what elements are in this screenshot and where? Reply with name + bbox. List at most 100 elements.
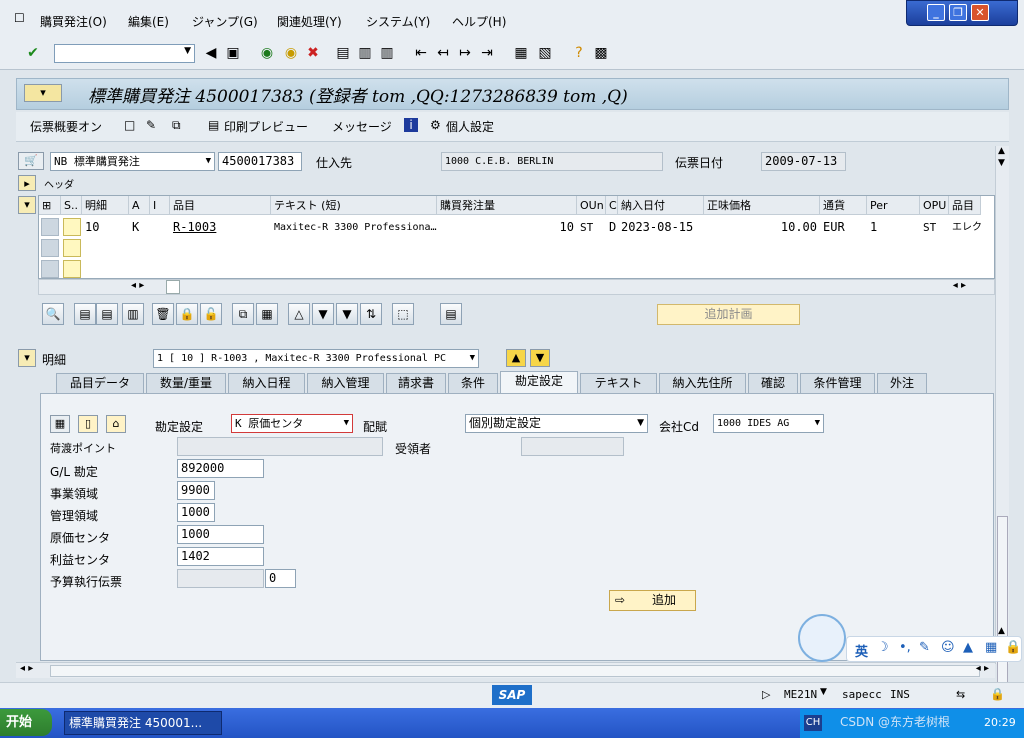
unloading-field[interactable] bbox=[177, 437, 383, 456]
row-status-cell[interactable] bbox=[63, 260, 81, 278]
menu-system[interactable]: システム(Y) bbox=[366, 13, 430, 30]
last-page-icon[interactable]: ⇥ bbox=[478, 44, 496, 62]
tab-text[interactable]: テキスト bbox=[580, 373, 657, 393]
status-toggle-icon[interactable]: ▷ bbox=[762, 688, 770, 701]
col-text[interactable]: テキスト (短) bbox=[271, 196, 437, 215]
ime-lang[interactable]: 英 bbox=[855, 641, 868, 660]
tab-invoice[interactable]: 請求書 bbox=[386, 373, 446, 393]
ime-grid-icon[interactable]: ▦ bbox=[985, 640, 997, 655]
restore-icon[interactable]: ❐ bbox=[949, 4, 967, 21]
ime-moon-icon[interactable]: ☽ bbox=[877, 640, 889, 655]
info-icon[interactable]: i bbox=[404, 118, 418, 132]
col-itemcat[interactable]: I bbox=[150, 196, 170, 215]
controlling-area-field[interactable]: 1000 bbox=[177, 503, 215, 522]
default-values-icon[interactable]: ⬚ bbox=[392, 303, 414, 325]
tab-conditions[interactable]: 条件 bbox=[448, 373, 498, 393]
new-session-icon[interactable]: ▦ bbox=[512, 44, 530, 62]
prev-page-icon[interactable]: ↤ bbox=[434, 44, 452, 62]
ime-punct-icon[interactable]: •, bbox=[899, 640, 911, 655]
layout-icon[interactable]: ▩ bbox=[592, 44, 610, 62]
vendor-field[interactable]: 1000 C.E.B. BERLIN bbox=[441, 152, 663, 171]
item-qty[interactable]: 10 bbox=[437, 217, 577, 238]
unlock-icon[interactable]: 🔓 bbox=[200, 303, 222, 325]
acct-detail-icon[interactable]: ⌂ bbox=[106, 415, 126, 433]
col-acct[interactable]: A bbox=[129, 196, 150, 215]
row-status-cell[interactable] bbox=[63, 239, 81, 257]
item-selector[interactable]: 1 [ 10 ] R-1003 , Maxitec-R 3300 Profess… bbox=[153, 349, 479, 368]
messages-button[interactable]: メッセージ bbox=[332, 118, 392, 135]
add-plan-button[interactable]: 追加計画 bbox=[657, 304, 800, 325]
filter-set-icon[interactable]: ▼ bbox=[336, 303, 358, 325]
tab-delivery-schedule[interactable]: 納入日程 bbox=[228, 373, 305, 393]
back-icon[interactable]: ◉ bbox=[258, 44, 276, 62]
docdate-field[interactable]: 2009-07-13 bbox=[761, 152, 846, 171]
select-all-icon[interactable]: ▤ bbox=[74, 303, 96, 325]
col-opu[interactable]: OPU bbox=[920, 196, 949, 215]
item-curr[interactable]: EUR bbox=[820, 217, 867, 238]
recipient-field[interactable] bbox=[521, 437, 624, 456]
ime-skin-icon[interactable]: ▲ bbox=[963, 640, 973, 655]
print-preview-button[interactable]: 印刷プレビュー bbox=[224, 118, 308, 135]
profit-center-field[interactable]: 1402 bbox=[177, 547, 264, 566]
item-price[interactable]: 10.00 bbox=[704, 217, 820, 238]
col-deliv-date[interactable]: 納入日付 bbox=[618, 196, 704, 215]
col-status[interactable]: S.. bbox=[61, 196, 82, 215]
next-item-icon[interactable]: ▼ bbox=[530, 349, 550, 367]
copy-icon[interactable]: ⧉ bbox=[232, 303, 254, 325]
tab-quantity-weight[interactable]: 数量/重量 bbox=[146, 373, 226, 393]
doc-overview-button[interactable]: 伝票概要オン bbox=[30, 118, 102, 135]
item-deliv-date[interactable]: 2023-08-15 bbox=[618, 217, 704, 238]
filter-delete-icon[interactable]: ⇅ bbox=[360, 303, 382, 325]
earmarked-funds-field[interactable] bbox=[177, 569, 264, 588]
tab-account-assignment[interactable]: 勘定設定 bbox=[500, 371, 578, 393]
enter-check-icon[interactable]: ✔ bbox=[24, 44, 42, 62]
tab-material-data[interactable]: 品目データ bbox=[56, 373, 144, 393]
ime-lock-icon[interactable]: 🔒 bbox=[1005, 640, 1021, 655]
lock-icon[interactable]: 🔒 bbox=[176, 303, 198, 325]
item-c[interactable]: D bbox=[606, 217, 618, 238]
item-oun[interactable]: ST bbox=[577, 217, 606, 238]
cancel-icon[interactable]: ✖ bbox=[304, 44, 322, 62]
prev-item-icon[interactable]: ▲ bbox=[506, 349, 526, 367]
back-arrow-icon[interactable]: ◀ bbox=[202, 44, 220, 62]
col-price[interactable]: 正味価格 bbox=[704, 196, 820, 215]
acct-setting-select[interactable]: K 原価センタ bbox=[231, 414, 353, 433]
find-icon[interactable]: ▥ bbox=[356, 44, 374, 62]
new-doc-icon[interactable]: □ bbox=[124, 118, 135, 132]
item-acct[interactable]: K bbox=[129, 217, 150, 238]
copy-item-icon[interactable]: ▥ bbox=[122, 303, 144, 325]
ch-indicator[interactable]: CH bbox=[804, 715, 822, 731]
close-icon[interactable]: ✕ bbox=[971, 4, 989, 21]
row-selector[interactable] bbox=[41, 218, 59, 236]
ime-avatar-icon[interactable] bbox=[798, 614, 846, 662]
other-doc-icon[interactable]: ⧉ bbox=[172, 118, 181, 133]
col-oun[interactable]: OUn bbox=[577, 196, 606, 215]
menu-edit[interactable]: 編集(E) bbox=[128, 13, 169, 30]
cart-icon[interactable]: 🛒 bbox=[18, 152, 44, 170]
item-number[interactable]: 10 bbox=[82, 217, 129, 238]
col-matgrp[interactable]: 品目 bbox=[949, 196, 981, 215]
ime-tool-icon[interactable]: ✎ bbox=[919, 640, 930, 655]
row-selector[interactable] bbox=[41, 260, 59, 278]
tab-confirmations[interactable]: 確認 bbox=[748, 373, 798, 393]
business-area-field[interactable]: 9900 bbox=[177, 481, 215, 500]
menu-purchase-order[interactable]: 購買発注(O) bbox=[40, 13, 107, 30]
col-item[interactable]: 明細 bbox=[82, 196, 129, 215]
tab-delivery[interactable]: 納入管理 bbox=[307, 373, 384, 393]
first-page-icon[interactable]: ⇤ bbox=[412, 44, 430, 62]
detail-collapse-icon[interactable]: ▾ bbox=[18, 349, 36, 367]
filter-icon[interactable]: ▼ bbox=[312, 303, 334, 325]
item-per[interactable]: 1 bbox=[867, 217, 920, 238]
layout-settings-icon[interactable]: ▤ bbox=[440, 303, 462, 325]
doc-overview-icon[interactable]: ▾ bbox=[24, 84, 62, 102]
save-icon[interactable]: ▣ bbox=[224, 44, 242, 62]
single-view-icon[interactable]: ▦ bbox=[50, 415, 70, 433]
paste-icon[interactable]: ▦ bbox=[256, 303, 278, 325]
start-button[interactable]: 开始 bbox=[0, 709, 52, 736]
row-selector[interactable] bbox=[41, 239, 59, 257]
company-select[interactable]: 1000 IDES AG bbox=[713, 414, 824, 433]
items-collapse-icon[interactable]: ▾ bbox=[18, 196, 36, 214]
minimize-icon[interactable]: _ bbox=[927, 4, 945, 21]
command-field[interactable]: ▼ bbox=[54, 44, 195, 63]
tcode-dropdown-icon[interactable]: ▼ bbox=[820, 687, 827, 697]
